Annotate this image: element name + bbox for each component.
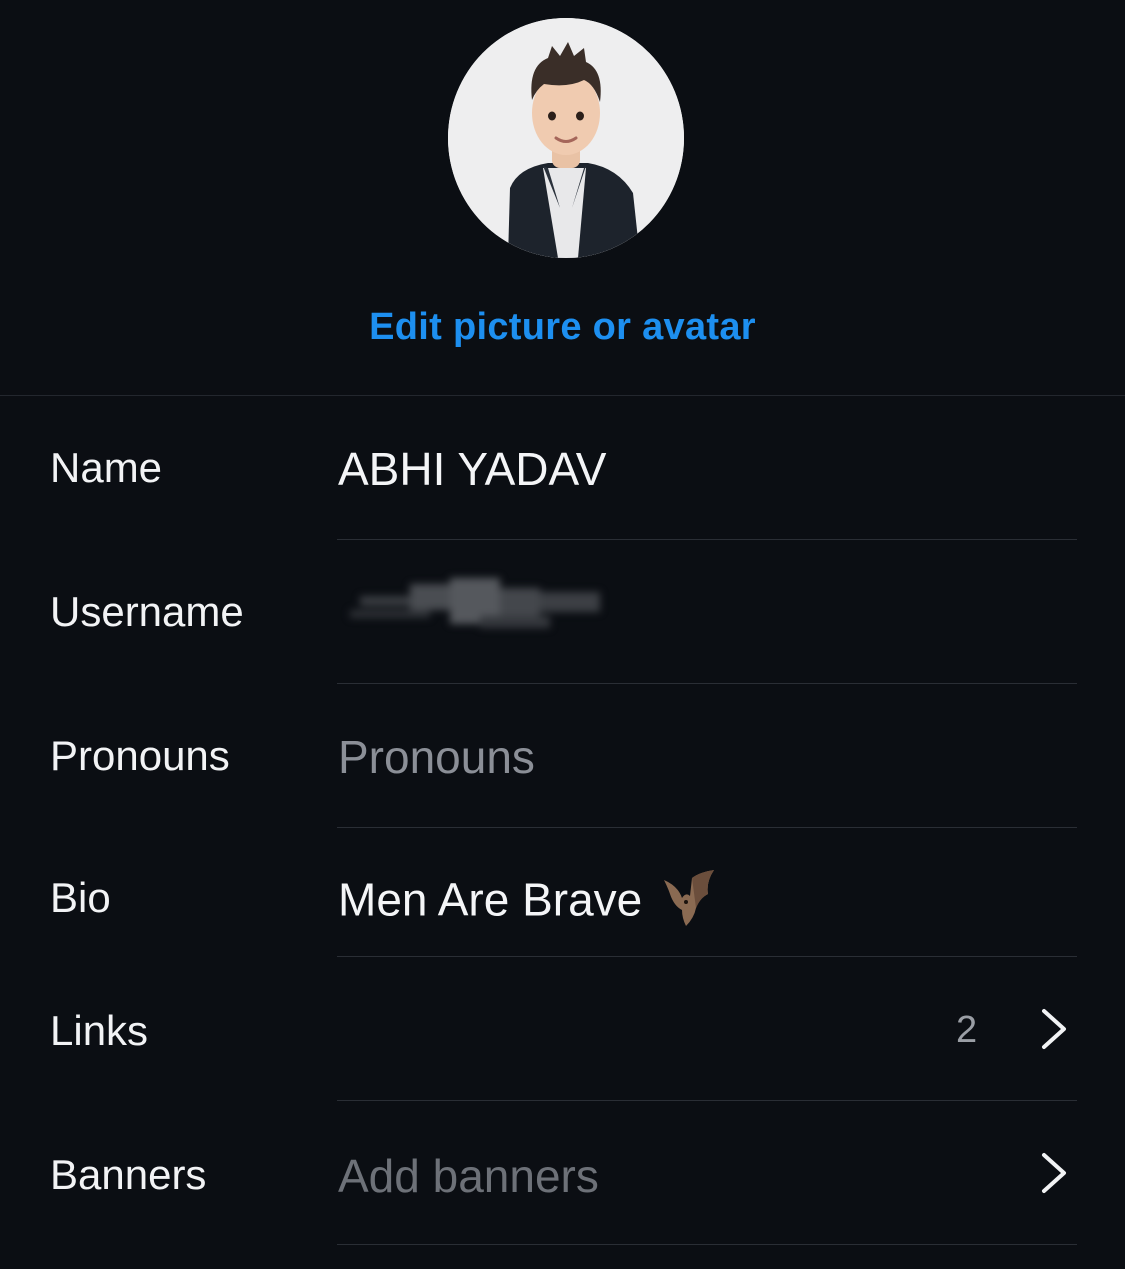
banners-row[interactable]: Banners Add banners (0, 1101, 1125, 1245)
profile-avatar[interactable] (448, 18, 684, 258)
pronouns-label: Pronouns (50, 732, 230, 779)
name-label: Name (50, 444, 163, 491)
username-value-obscured[interactable] (340, 566, 630, 646)
bio-row[interactable]: Bio Men Are Brave (0, 828, 1125, 957)
avatar-image (448, 18, 684, 258)
bat-icon (660, 868, 718, 939)
username-row[interactable]: Username (0, 540, 1125, 684)
bio-label: Bio (50, 874, 111, 921)
row-divider (337, 1244, 1077, 1245)
pronouns-input[interactable]: Pronouns (338, 730, 535, 784)
pronouns-row[interactable]: Pronouns Pronouns (0, 684, 1125, 828)
edit-avatar-link[interactable]: Edit picture or avatar (0, 306, 1125, 349)
name-row[interactable]: Name ABHI YADAV (0, 396, 1125, 540)
links-label: Links (50, 1007, 149, 1054)
username-label: Username (50, 588, 244, 635)
chevron-right-icon[interactable] (1036, 1151, 1072, 1195)
bio-text: Men Are Brave (338, 873, 643, 926)
chevron-right-icon[interactable] (1036, 1007, 1072, 1051)
bio-value[interactable]: Men Are Brave (338, 868, 718, 939)
banners-label: Banners (50, 1151, 207, 1198)
links-count: 2 (956, 1009, 978, 1051)
links-row[interactable]: Links 2 (0, 957, 1125, 1101)
banners-placeholder[interactable]: Add banners (338, 1149, 599, 1203)
name-value[interactable]: ABHI YADAV (338, 442, 606, 496)
